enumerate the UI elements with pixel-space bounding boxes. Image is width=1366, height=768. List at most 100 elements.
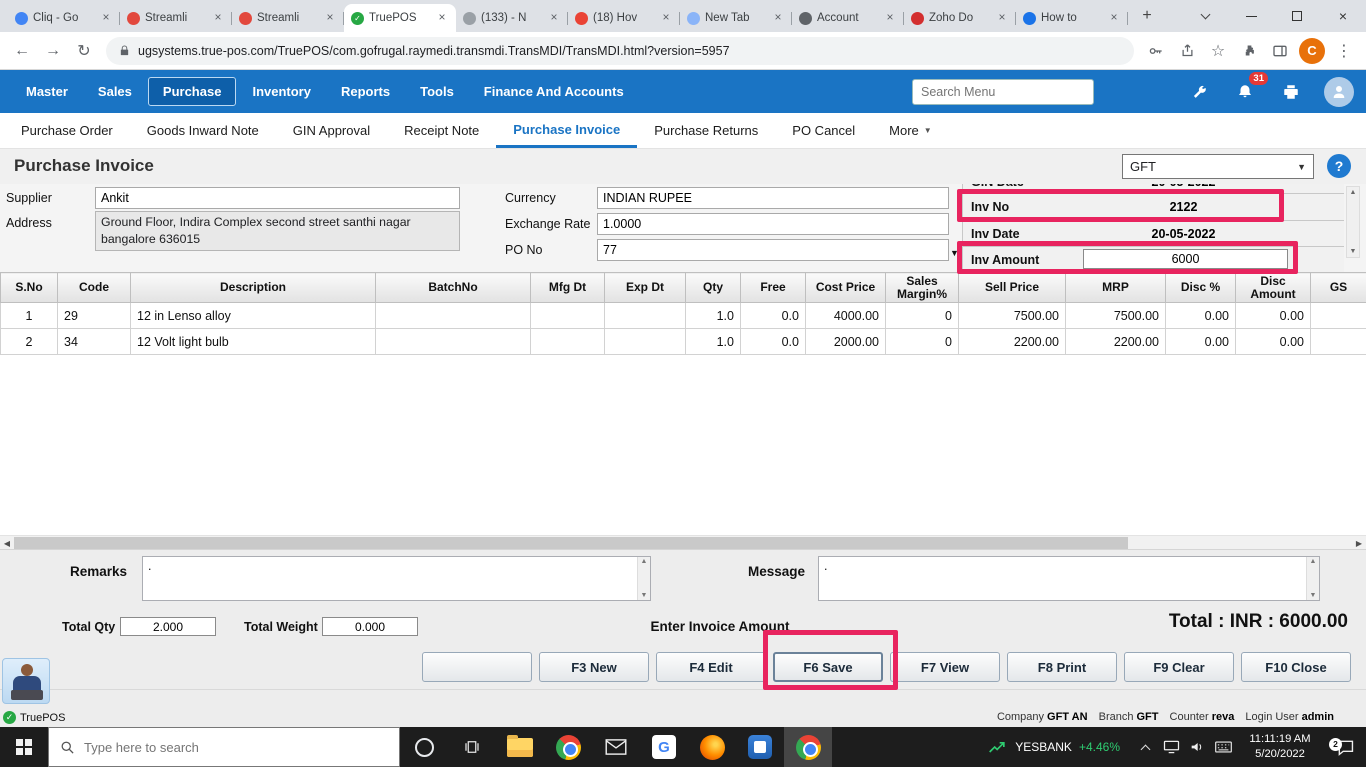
browser-tab[interactable]: (133) - N × <box>456 4 568 32</box>
browser-profile-avatar[interactable]: C <box>1299 37 1325 64</box>
tab-close-icon[interactable]: × <box>1107 11 1121 25</box>
action-center-button[interactable]: 2 <box>1324 737 1366 756</box>
subnav-receipt-note[interactable]: Receipt Note <box>387 113 496 148</box>
subnav-po-cancel[interactable]: PO Cancel <box>775 113 872 148</box>
scroll-down-icon[interactable]: ▼ <box>1310 591 1317 600</box>
cell-sales-margin[interactable]: 0 <box>885 328 959 355</box>
cell-gst[interactable] <box>1310 302 1366 329</box>
tray-expand-button[interactable] <box>1132 742 1158 754</box>
start-button[interactable] <box>0 727 48 767</box>
menu-search-input[interactable] <box>912 78 1094 105</box>
file-explorer-button[interactable] <box>496 727 544 767</box>
new-tab-button[interactable]: + <box>1134 3 1160 29</box>
total-weight-input[interactable] <box>322 617 418 636</box>
browser-tab[interactable]: New Tab × <box>680 4 792 32</box>
google-app-button[interactable]: G <box>640 727 688 767</box>
branch-select[interactable]: GFT ▼ <box>1122 154 1314 179</box>
subnav-more[interactable]: More ▼ <box>872 113 949 148</box>
cell-disc-amount[interactable]: 0.00 <box>1235 328 1311 355</box>
browser-tab[interactable]: Cliq - Go × <box>8 4 120 32</box>
cell-batchno[interactable] <box>375 302 531 329</box>
cell-disc-pct[interactable]: 0.00 <box>1165 328 1236 355</box>
cell-free[interactable]: 0.0 <box>740 328 806 355</box>
url-bar[interactable]: ugsystems.true-pos.com/TruePOS/com.gofru… <box>106 36 1134 65</box>
tools-wrench-icon[interactable] <box>1186 79 1212 105</box>
subnav-purchase-invoice[interactable]: Purchase Invoice <box>496 113 638 148</box>
cell-qty[interactable]: 1.0 <box>685 302 741 329</box>
f4-edit-button[interactable]: F4 Edit <box>656 652 766 682</box>
cell-code[interactable]: 34 <box>57 328 131 355</box>
browser-tab[interactable]: Streamli × <box>120 4 232 32</box>
bookmark-star-icon[interactable]: ☆ <box>1204 37 1232 65</box>
tab-close-icon[interactable]: × <box>995 11 1009 25</box>
f9-clear-button[interactable]: F9 Clear <box>1124 652 1234 682</box>
notifications-bell-icon[interactable]: 31 <box>1232 71 1268 105</box>
menu-item-finance-and-accounts[interactable]: Finance And Accounts <box>470 78 638 105</box>
cell-disc-pct[interactable]: 0.00 <box>1165 302 1236 329</box>
currency-input[interactable] <box>597 187 949 209</box>
po-no-dropdown-icon[interactable]: ▼ <box>950 248 959 258</box>
cell-sell-price[interactable]: 7500.00 <box>958 302 1066 329</box>
f3-new-button[interactable]: F3 New <box>539 652 649 682</box>
menu-item-master[interactable]: Master <box>12 78 82 105</box>
total-qty-input[interactable] <box>120 617 216 636</box>
browser-tab[interactable]: Account × <box>792 4 904 32</box>
subnav-goods-inward-note[interactable]: Goods Inward Note <box>130 113 276 148</box>
scroll-up-icon[interactable]: ▲ <box>1350 187 1357 198</box>
menu-item-tools[interactable]: Tools <box>406 78 468 105</box>
scroll-up-icon[interactable]: ▲ <box>641 557 648 566</box>
scroll-right-icon[interactable]: ▶ <box>1352 536 1366 550</box>
f6-save-button[interactable]: F6 Save <box>773 652 883 682</box>
cell-cost-price[interactable]: 4000.00 <box>805 302 886 329</box>
cell-mrp[interactable]: 7500.00 <box>1065 302 1166 329</box>
maximize-button[interactable] <box>1274 0 1320 32</box>
menu-item-reports[interactable]: Reports <box>327 78 404 105</box>
tab-close-icon[interactable]: × <box>99 11 113 25</box>
menu-item-inventory[interactable]: Inventory <box>238 78 325 105</box>
f7-view-button[interactable]: F7 View <box>890 652 1000 682</box>
po-no-input[interactable] <box>597 239 949 261</box>
menu-item-sales[interactable]: Sales <box>84 78 146 105</box>
cell-exp-dt[interactable] <box>604 302 686 329</box>
browser-tab[interactable]: Streamli × <box>232 4 344 32</box>
tab-close-icon[interactable]: × <box>771 11 785 25</box>
browser-tab[interactable]: (18) Hov × <box>568 4 680 32</box>
cell-mfg-dt[interactable] <box>530 328 605 355</box>
chrome-active-button[interactable] <box>784 727 832 767</box>
message-scrollbar[interactable]: ▲ ▼ <box>1306 557 1319 600</box>
cell-description[interactable]: 12 in Lenso alloy <box>130 302 376 329</box>
browser-tab[interactable]: Zoho Do × <box>904 4 1016 32</box>
cell-sales-margin[interactable]: 0 <box>885 302 959 329</box>
taskbar-clock[interactable]: 11:11:19 AM 5/20/2022 <box>1236 732 1324 762</box>
exchange-rate-input[interactable] <box>597 213 949 235</box>
f8-print-button[interactable]: F8 Print <box>1007 652 1117 682</box>
cell-disc-amount[interactable]: 0.00 <box>1235 302 1311 329</box>
taskbar-search-input[interactable] <box>84 739 364 755</box>
scroll-down-icon[interactable]: ▼ <box>641 591 648 600</box>
tab-close-icon[interactable]: × <box>883 11 897 25</box>
firefox-button[interactable] <box>688 727 736 767</box>
tab-close-icon[interactable]: × <box>211 11 225 25</box>
share-icon[interactable] <box>1173 37 1201 65</box>
password-key-icon[interactable] <box>1142 37 1170 65</box>
cell-sell-price[interactable]: 2200.00 <box>958 328 1066 355</box>
minimize-button[interactable] <box>1228 0 1274 32</box>
volume-icon[interactable] <box>1184 740 1210 754</box>
blue-app-button[interactable] <box>736 727 784 767</box>
browser-tab[interactable]: How to × <box>1016 4 1128 32</box>
scroll-down-icon[interactable]: ▼ <box>1350 246 1357 257</box>
forward-icon[interactable]: → <box>39 37 67 65</box>
panel-scrollbar[interactable]: ▲ ▼ <box>1346 186 1360 258</box>
cell-exp-dt[interactable] <box>604 328 686 355</box>
task-view-button[interactable] <box>448 727 496 767</box>
touch-keyboard-icon[interactable] <box>1210 741 1236 753</box>
taskbar-search[interactable] <box>48 727 400 767</box>
cell-mfg-dt[interactable] <box>530 302 605 329</box>
supplier-input[interactable] <box>95 187 460 209</box>
subnav-purchase-order[interactable]: Purchase Order <box>4 113 130 148</box>
menu-item-purchase[interactable]: Purchase <box>147 77 237 106</box>
mail-button[interactable] <box>592 727 640 767</box>
cell-description[interactable]: 12 Volt light bulb <box>130 328 376 355</box>
cell-code[interactable]: 29 <box>57 302 131 329</box>
cell-cost-price[interactable]: 2000.00 <box>805 328 886 355</box>
